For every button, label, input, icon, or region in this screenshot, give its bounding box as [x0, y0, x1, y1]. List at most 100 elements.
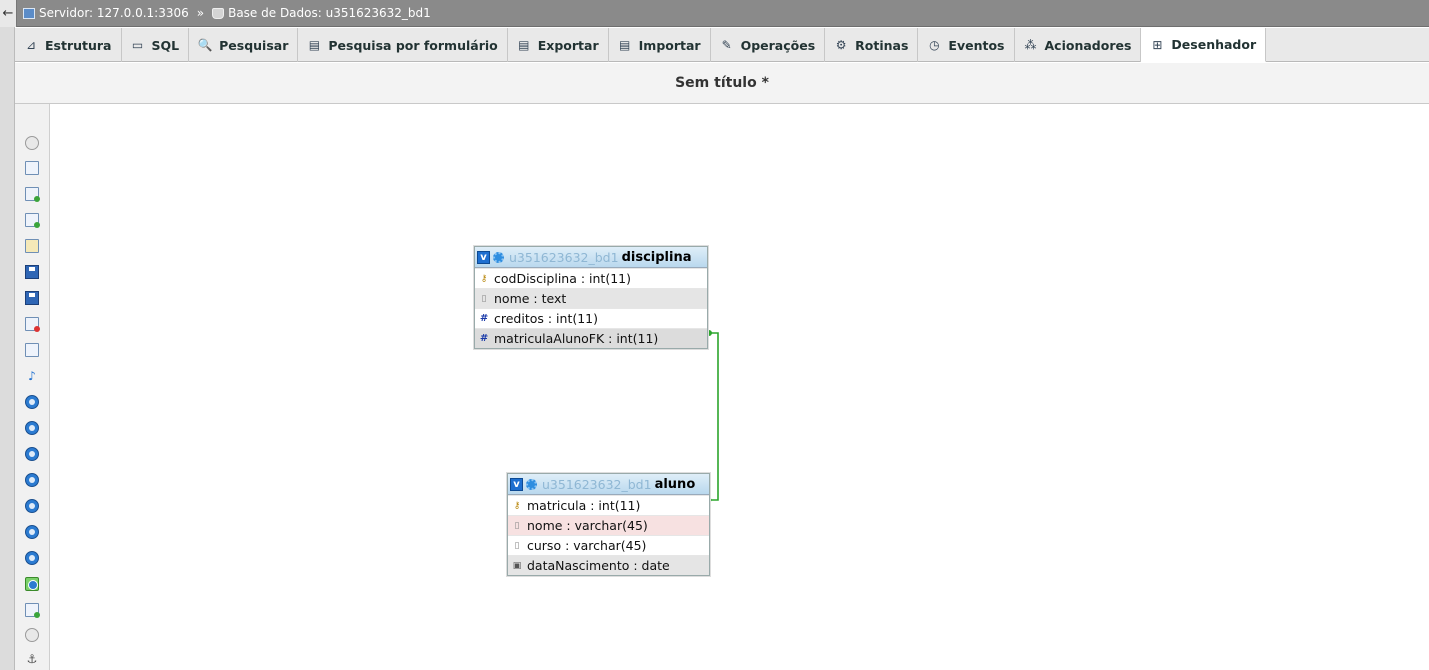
save-as-icon[interactable]: [25, 291, 39, 305]
table-disciplina[interactable]: v u351623632_bd1 disciplina ⚷ codDiscipli…: [474, 246, 708, 349]
date-field-icon: ▣: [512, 560, 522, 571]
tab-desenhador[interactable]: ⊞ Desenhador: [1141, 28, 1267, 62]
breadcrumb-separator: »: [196, 6, 205, 20]
column-label: codDisciplina : int(11): [494, 271, 631, 286]
small-big-icon[interactable]: [25, 525, 39, 539]
move-menu-icon[interactable]: [25, 628, 39, 642]
column-label: matricula : int(11): [527, 498, 641, 513]
table-column-row[interactable]: ▯ nome : text: [475, 288, 707, 308]
create-table-icon[interactable]: [25, 343, 39, 357]
reload-icon[interactable]: [25, 421, 39, 435]
pin-text-icon[interactable]: ⚓: [25, 652, 39, 666]
designer-side-toolbar: ♪ ⚓: [15, 104, 50, 670]
column-label: dataNascimento : date: [527, 558, 670, 573]
tab-acionadores[interactable]: ⁂ Acionadores: [1015, 28, 1142, 62]
toggle-columns-button[interactable]: v: [510, 477, 523, 491]
tab-label: Importar: [638, 37, 701, 53]
tab-bar: ⊿ Estrutura ▭ SQL 🔍 Pesquisar ▤ Pesquisa por fo…: [15, 28, 1429, 62]
table-column-row[interactable]: ⚷ matricula : int(11): [508, 495, 709, 515]
clock-icon: ◷: [929, 38, 940, 52]
routines-icon: ⚙: [835, 38, 847, 52]
sql-icon: ▭: [131, 38, 144, 52]
table-header[interactable]: v u351623632_bd1 aluno: [508, 474, 709, 495]
table-column-row[interactable]: # matriculaAlunoFK : int(11): [475, 328, 707, 348]
text-field-icon: ▯: [514, 540, 520, 551]
tab-label: Eventos: [948, 37, 1005, 53]
tab-pesquisa-por-formul-rio[interactable]: ▤ Pesquisa por formulário: [298, 28, 508, 62]
tab-rotinas[interactable]: ⚙ Rotinas: [825, 28, 919, 62]
toggle-relation-lines-icon[interactable]: [25, 577, 39, 591]
query-form-icon: ▤: [308, 38, 321, 52]
left-edge: [0, 27, 15, 670]
fullscreen-icon[interactable]: [25, 161, 39, 175]
angular-links-icon[interactable]: [25, 473, 39, 487]
table-db-name: u351623632_bd1: [542, 476, 652, 492]
tab-label: Desenhador: [1171, 37, 1257, 52]
toggle-small-big-icon[interactable]: [25, 551, 39, 565]
structure-icon: ⊿: [25, 38, 37, 52]
tab-label: Estrutura: [45, 37, 112, 53]
toggle-menu-icon[interactable]: [25, 136, 39, 150]
table-header[interactable]: v u351623632_bd1 disciplina: [475, 247, 707, 268]
breadcrumb: ← Servidor: 127.0.0.1:3306 » Base de Dad…: [0, 0, 1429, 27]
page-title: Sem título *: [15, 63, 1429, 104]
search-icon: 🔍: [197, 38, 213, 52]
column-label: creditos : int(11): [494, 311, 599, 326]
tab-importar[interactable]: ▤ Importar: [609, 28, 711, 62]
new-page-icon[interactable]: [25, 213, 40, 228]
tab-label: Pesquisa por formulário: [328, 37, 498, 53]
server-icon: [23, 7, 35, 19]
tab-pesquisar[interactable]: 🔍 Pesquisar: [189, 28, 299, 62]
snap-to-grid-icon[interactable]: [25, 499, 39, 513]
tab-label: Pesquisar: [219, 37, 289, 53]
table-column-row[interactable]: ▣ dataNascimento : date: [508, 555, 709, 575]
triggers-icon: ⁂: [1024, 38, 1037, 52]
primary-key-icon: ⚷: [480, 273, 488, 284]
create-relation-icon[interactable]: ♪: [25, 369, 39, 383]
help-icon[interactable]: [25, 447, 39, 461]
tab-label: SQL: [151, 37, 180, 53]
text-field-icon: ▯: [514, 520, 520, 531]
tab-sql[interactable]: ▭ SQL: [122, 28, 190, 62]
tab-opera-es[interactable]: ✎ Operações: [711, 28, 826, 62]
column-label: nome : varchar(45): [527, 518, 648, 533]
numeric-field-icon: #: [479, 313, 489, 324]
edit-page-icon[interactable]: [25, 239, 39, 253]
add-tables-icon[interactable]: [25, 187, 40, 202]
table-column-row[interactable]: ▯ nome : varchar(45): [508, 515, 709, 535]
breadcrumb-server[interactable]: Servidor: 127.0.0.1:3306: [39, 6, 189, 20]
tab-exportar[interactable]: ▤ Exportar: [508, 28, 609, 62]
tab-eventos[interactable]: ◷ Eventos: [918, 28, 1015, 62]
table-column-row[interactable]: ⚷ codDisciplina : int(11): [475, 268, 707, 288]
delete-page-icon[interactable]: [25, 317, 40, 332]
table-aluno[interactable]: v u351623632_bd1 aluno ⚷ matricula : int(…: [507, 473, 710, 576]
database-icon: [212, 7, 225, 19]
save-icon[interactable]: [25, 265, 39, 279]
text-field-icon: ▯: [481, 293, 487, 304]
numeric-field-icon: #: [479, 333, 489, 344]
import-icon: ▤: [618, 38, 631, 52]
designer-canvas[interactable]: [51, 104, 1429, 670]
table-db-name: u351623632_bd1: [509, 249, 619, 265]
choose-column-icon[interactable]: [25, 395, 39, 409]
table-column-row[interactable]: ▯ curso : varchar(45): [508, 535, 709, 555]
gear-icon[interactable]: [493, 251, 504, 263]
gear-icon[interactable]: [526, 478, 537, 490]
back-arrow-icon[interactable]: ←: [0, 0, 17, 27]
tab-estrutura[interactable]: ⊿ Estrutura: [15, 28, 122, 62]
export-icon: ▤: [518, 38, 530, 52]
export-schema-icon[interactable]: [25, 603, 40, 618]
tab-label: Rotinas: [855, 37, 909, 53]
tab-label: Acionadores: [1044, 37, 1132, 53]
column-label: matriculaAlunoFK : int(11): [494, 331, 659, 346]
toggle-columns-button[interactable]: v: [477, 250, 490, 264]
tab-label: Exportar: [537, 37, 599, 53]
wrench-icon: ✎: [721, 38, 732, 52]
table-column-row[interactable]: # creditos : int(11): [475, 308, 707, 328]
column-label: nome : text: [494, 291, 567, 306]
table-name: aluno: [654, 476, 696, 492]
designer-icon: ⊞: [1152, 37, 1163, 52]
column-label: curso : varchar(45): [527, 538, 647, 553]
table-name: disciplina: [621, 249, 692, 265]
breadcrumb-database[interactable]: Base de Dados: u351623632_bd1: [228, 6, 431, 20]
